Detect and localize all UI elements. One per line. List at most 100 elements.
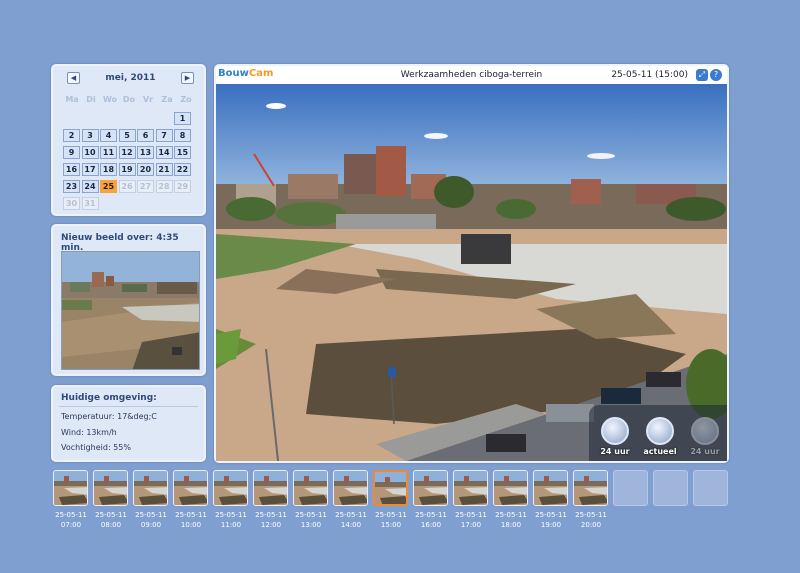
thumbnail-time: 11:00	[220, 521, 242, 529]
thumbnail-date: 25-05-11	[415, 511, 447, 519]
clock-24h-disabled-icon	[691, 417, 719, 445]
prev-month-button[interactable]: ◀	[67, 72, 80, 84]
calendar-day[interactable]: 25	[100, 180, 117, 193]
thumbnail-date: 25-05-11	[295, 511, 327, 519]
current-button[interactable]: actueel	[640, 417, 680, 459]
calendar-day[interactable]: 19	[118, 163, 136, 176]
calendar-day[interactable]: 4	[100, 129, 117, 142]
weekday-label: Di	[86, 95, 96, 104]
calendar-day[interactable]: 16	[63, 163, 80, 176]
calendar-day[interactable]: 24	[81, 180, 99, 193]
thumbnail-time: 14:00	[340, 521, 362, 529]
calendar-day[interactable]: 23	[63, 180, 80, 193]
calendar-day[interactable]: 9	[63, 146, 80, 159]
thumbnail-time: 12:00	[260, 521, 282, 529]
calendar-day: 26	[118, 180, 136, 193]
weekday-label: Wo	[102, 95, 118, 104]
thumbnail-time: 08:00	[100, 521, 122, 529]
calendar-day[interactable]: 12	[118, 146, 136, 159]
calendar-day[interactable]: 1	[174, 112, 191, 125]
empty-thumbnail-slot	[653, 470, 688, 506]
help-button[interactable]: ?	[710, 69, 722, 81]
calendar-day[interactable]: 15	[174, 146, 191, 159]
thumbnail-time: 09:00	[140, 521, 162, 529]
weekday-label: Za	[161, 95, 173, 104]
calendar-day[interactable]: 3	[81, 129, 99, 142]
filmstrip-thumbnail[interactable]	[533, 470, 568, 506]
thumbnail-time: 15:00	[380, 521, 402, 529]
help-icon: ?	[713, 70, 719, 79]
thumbnail-date: 25-05-11	[135, 511, 167, 519]
calendar-day[interactable]: 5	[118, 129, 136, 142]
thumbnail-date: 25-05-11	[255, 511, 287, 519]
calendar-day[interactable]: 14	[155, 146, 173, 159]
filmstrip-thumbnail[interactable]	[253, 470, 288, 506]
filmstrip-thumbnail[interactable]	[133, 470, 168, 506]
24h-back-button[interactable]: 24 uur	[595, 417, 635, 459]
filmstrip-thumbnail[interactable]	[413, 470, 448, 506]
24h-forward-label: 24 uur	[690, 447, 720, 456]
thumbnail-time: 20:00	[580, 521, 602, 529]
calendar-day: 28	[155, 180, 173, 193]
chevron-right-icon: ▶	[184, 74, 191, 82]
filmstrip-thumbnail[interactable]	[93, 470, 128, 506]
weekday-label: Zo	[180, 95, 192, 104]
calendar-day[interactable]: 6	[137, 129, 154, 142]
calendar-panel: ◀ mei, 2011 ▶ Ma Di Wo Do Vr Za Zo 1 2 3 4 5 6 7 8 9 10…	[51, 64, 206, 216]
calendar-day[interactable]: 13	[137, 146, 154, 159]
calendar-day[interactable]: 10	[81, 146, 99, 159]
environment-panel: Huidige omgeving: Temperatuur: 17&deg;C …	[51, 385, 206, 462]
calendar-day[interactable]: 17	[81, 163, 99, 176]
thumbnail-time: 13:00	[300, 521, 322, 529]
empty-thumbnail-slot	[693, 470, 728, 506]
calendar-day[interactable]: 18	[100, 163, 117, 176]
thumbnail-date: 25-05-11	[495, 511, 527, 519]
24h-forward-button[interactable]: 24 uur	[685, 417, 725, 459]
calendar-day[interactable]: 7	[155, 129, 173, 142]
filmstrip-thumbnail[interactable]	[493, 470, 528, 506]
clock-24h-icon	[601, 417, 629, 445]
camera-panel: BouwCam Werkzaamheden ciboga-terrein 25-…	[214, 64, 729, 463]
filmstrip-thumbnail[interactable]	[173, 470, 208, 506]
calendar-day: 30	[63, 197, 80, 210]
calendar-day[interactable]: 20	[137, 163, 154, 176]
next-month-button[interactable]: ▶	[181, 72, 194, 84]
thumbnail-time: 10:00	[180, 521, 202, 529]
divider	[59, 406, 198, 407]
filmstrip-thumbnail[interactable]	[53, 470, 88, 506]
calendar-weekdays: Ma Di Wo Do Vr Za Zo	[63, 95, 196, 107]
calendar-day[interactable]: 2	[63, 129, 80, 142]
filmstrip-thumbnail[interactable]	[453, 470, 488, 506]
thumbnail-time: 17:00	[460, 521, 482, 529]
calendar-day[interactable]: 8	[174, 129, 191, 142]
filmstrip-thumbnail[interactable]	[373, 470, 408, 506]
thumbnail-date: 25-05-11	[215, 511, 247, 519]
latest-image-preview[interactable]	[61, 251, 200, 370]
thumbnail-date: 25-05-11	[575, 511, 607, 519]
filmstrip-thumbnail[interactable]	[573, 470, 608, 506]
thumbnail-time: 07:00	[60, 521, 82, 529]
thumbnail-date: 25-05-11	[455, 511, 487, 519]
filmstrip-thumbnail[interactable]	[333, 470, 368, 506]
wind-value: Wind: 13km/h	[61, 428, 117, 437]
current-label: actueel	[643, 447, 677, 456]
camera-timestamp: 25-05-11 (15:00)	[611, 70, 688, 80]
calendar-day[interactable]: 22	[174, 163, 191, 176]
calendar-day[interactable]: 11	[100, 146, 117, 159]
filmstrip-thumbnail[interactable]	[293, 470, 328, 506]
calendar-header: ◀ mei, 2011 ▶	[67, 72, 194, 86]
countdown-label: Nieuw beeld over: 4:35 min.	[61, 233, 179, 253]
thumbnail-date: 25-05-11	[335, 511, 367, 519]
humidity-value: Vochtigheid: 55%	[61, 443, 131, 452]
thumbnail-date: 25-05-11	[535, 511, 567, 519]
environment-title: Huidige omgeving:	[61, 393, 157, 403]
expand-button[interactable]: ⤢	[696, 69, 708, 81]
calendar-day: 29	[174, 180, 191, 193]
calendar-day[interactable]: 21	[155, 163, 173, 176]
chevron-left-icon: ◀	[70, 74, 77, 82]
filmstrip-thumbnail[interactable]	[213, 470, 248, 506]
camera-image[interactable]: 24 uur actueel 24 uur	[216, 84, 727, 461]
thumbnail-date: 25-05-11	[175, 511, 207, 519]
calendar-month-label: mei, 2011	[105, 73, 156, 83]
temperature-value: Temperatuur: 17&deg;C	[61, 412, 157, 421]
